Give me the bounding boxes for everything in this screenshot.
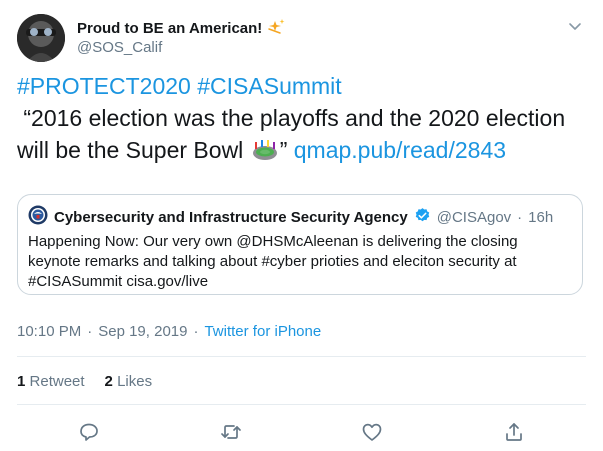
- retweets-count: 1: [17, 373, 26, 390]
- author-display-name[interactable]: Proud to BE an American!: [77, 20, 262, 37]
- chevron-down-icon[interactable]: [567, 18, 583, 34]
- like-icon[interactable]: [360, 420, 384, 444]
- hashtag-cisasummit[interactable]: #CISASummit: [197, 73, 341, 99]
- tweet-text: #PROTECT2020 #CISASummit “2016 election …: [17, 70, 587, 169]
- quoted-tweet-header: Cybersecurity and Infrastructure Securit…: [28, 205, 553, 230]
- tweet-time[interactable]: 10:10 PM: [17, 323, 81, 340]
- likes-count: 2: [104, 373, 113, 390]
- author-name-row[interactable]: Proud to BE an American!: [77, 17, 286, 40]
- tweet-stats: 1 Retweet 2 Likes: [17, 373, 152, 390]
- sparkle-icon: [266, 17, 286, 40]
- tweet-actions: [0, 420, 603, 444]
- quoted-tweet-text: Happening Now: Our very own @DHSMcAleena…: [28, 233, 518, 290]
- quoted-author-handle[interactable]: @CISAgov: [437, 209, 511, 226]
- tweet: Proud to BE an American! @SOS_Calif #PRO…: [0, 0, 603, 451]
- hashtag-protect2020[interactable]: #PROTECT2020: [17, 73, 191, 99]
- likes-stat[interactable]: 2 Likes: [105, 373, 153, 390]
- quoted-time[interactable]: 16h: [528, 209, 553, 226]
- meta-separator: ·: [193, 323, 199, 340]
- seal-icon: [28, 205, 48, 230]
- tweet-meta: 10:10 PM · Sep 19, 2019 · Twitter for iP…: [17, 323, 321, 340]
- retweets-stat[interactable]: 1 Retweet: [17, 373, 85, 390]
- quoted-tweet[interactable]: Cybersecurity and Infrastructure Securit…: [17, 194, 583, 295]
- share-icon[interactable]: [502, 420, 526, 444]
- tweet-link[interactable]: qmap.pub/read/2843: [294, 137, 506, 163]
- likes-label: Likes: [117, 373, 153, 390]
- retweet-icon[interactable]: [219, 420, 243, 444]
- reply-icon[interactable]: [77, 420, 101, 444]
- tweet-text-line1: “2016 election was the playoffs and the …: [17, 105, 566, 131]
- divider: [17, 356, 586, 357]
- author-handle[interactable]: @SOS_Calif: [77, 39, 162, 56]
- quoted-separator: ·: [517, 209, 523, 226]
- verified-badge-icon: [414, 207, 431, 229]
- avatar[interactable]: [17, 14, 65, 62]
- retweets-label: Retweet: [29, 373, 85, 390]
- stadium-icon: [252, 137, 278, 169]
- tweet-text-line2: will be the Super Bowl: [17, 137, 244, 163]
- meta-separator: ·: [87, 323, 93, 340]
- tweet-close-quote: ”: [279, 137, 288, 163]
- tweet-source[interactable]: Twitter for iPhone: [204, 323, 321, 340]
- tweet-date[interactable]: Sep 19, 2019: [98, 323, 187, 340]
- quoted-author-name[interactable]: Cybersecurity and Infrastructure Securit…: [54, 209, 408, 226]
- divider: [17, 404, 586, 405]
